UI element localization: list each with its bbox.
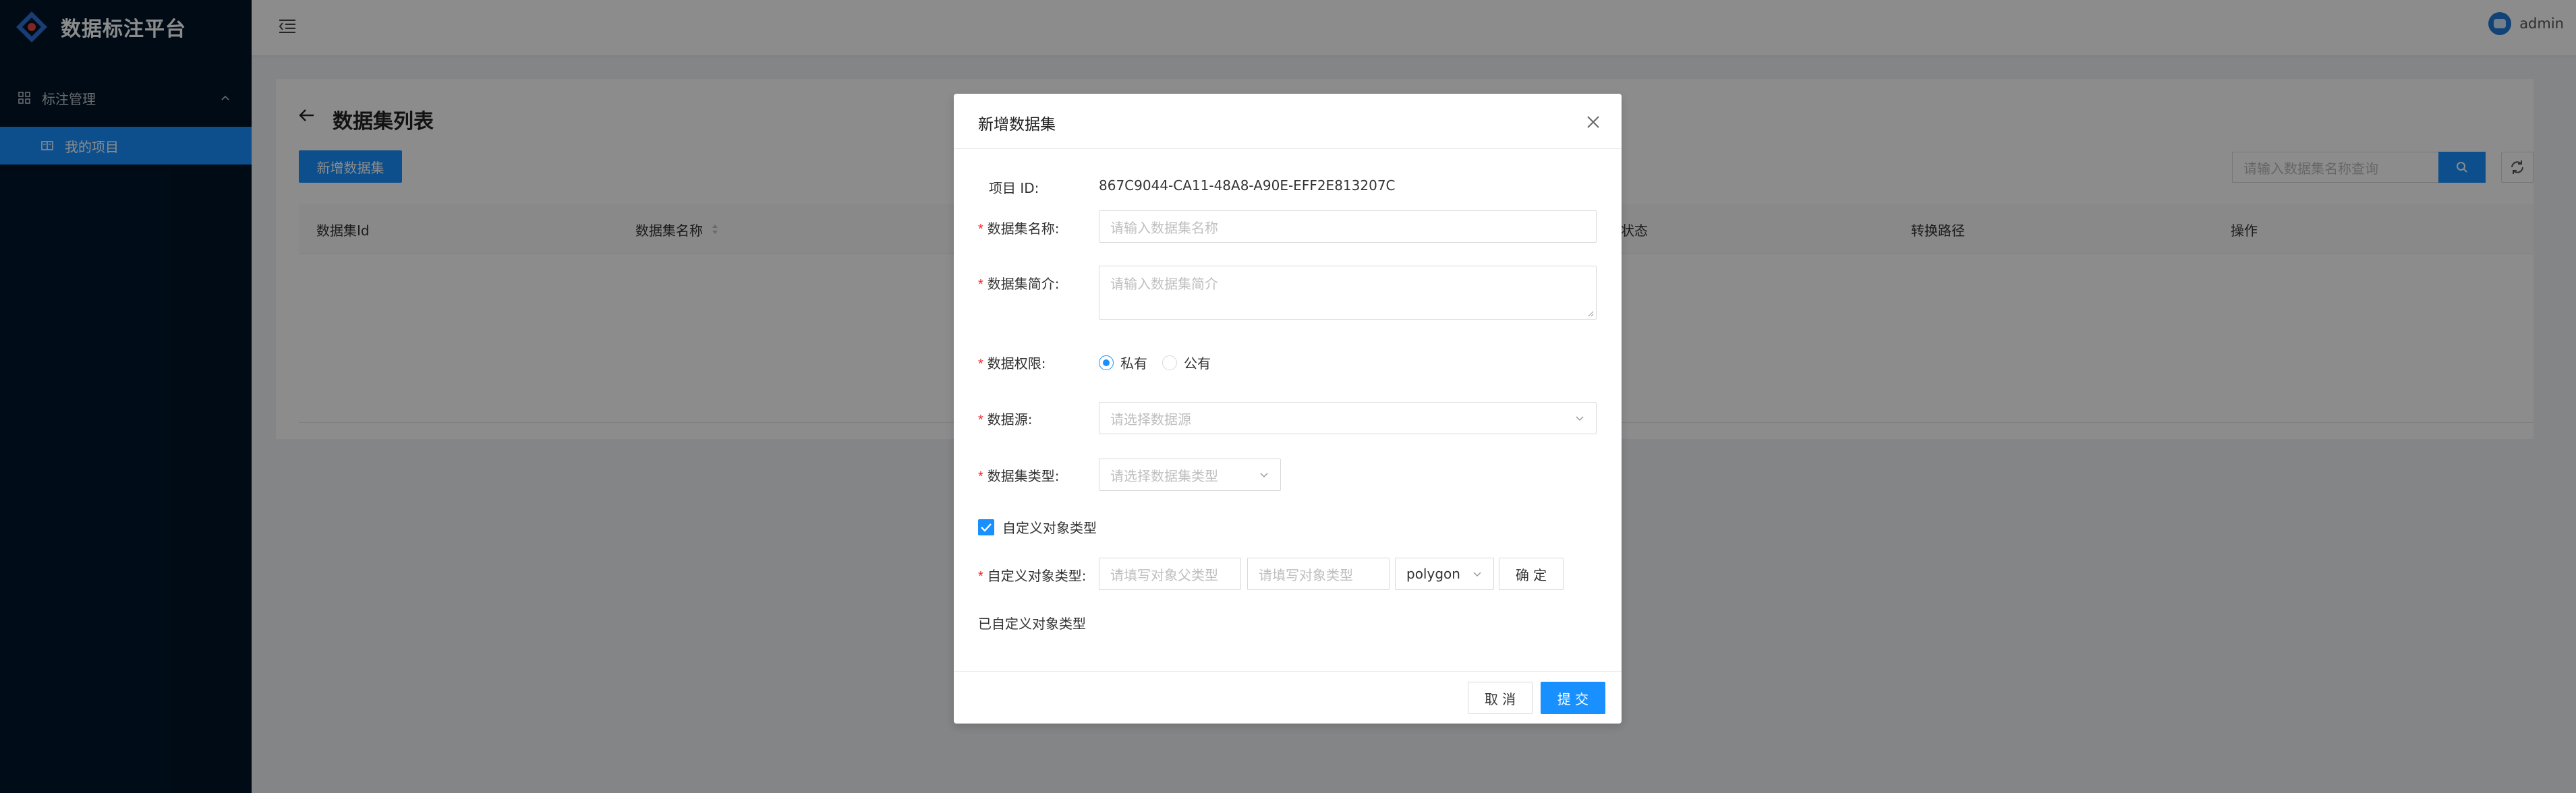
modal-title: 新增数据集: [978, 116, 1056, 134]
project-id-label: 项目 ID:: [989, 180, 1039, 196]
dataset-name-label: * 数据集名称:: [978, 221, 1060, 237]
project-id-value: 867C9044-CA11-48A8-A90E-EFF2E813207C: [1099, 177, 1396, 194]
chevron-down-icon: [1260, 473, 1268, 478]
object-type-input[interactable]: 请填写对象类型: [1247, 558, 1390, 590]
data-source-label: * 数据源:: [978, 411, 1033, 428]
close-icon[interactable]: [1585, 114, 1601, 130]
permission-radio-group: 私有 公有: [1099, 353, 1226, 372]
custom-object-type-label: * 自定义对象类型:: [978, 568, 1087, 584]
radio-public[interactable]: [1162, 355, 1177, 370]
submit-button[interactable]: 提 交: [1541, 682, 1605, 714]
modal-footer: 取 消 提 交: [954, 671, 1622, 724]
parent-type-input[interactable]: 请填写对象父类型: [1099, 558, 1241, 590]
radio-public-label[interactable]: 公有: [1184, 353, 1211, 372]
dataset-type-label: * 数据集类型:: [978, 468, 1060, 484]
permission-label: * 数据权限:: [978, 355, 1046, 372]
dataset-type-select[interactable]: 请选择数据集类型: [1099, 459, 1281, 491]
dataset-name-input[interactable]: 请输入数据集名称: [1099, 210, 1597, 243]
data-source-select[interactable]: 请选择数据源: [1099, 402, 1597, 434]
shape-select[interactable]: polygon: [1395, 558, 1494, 590]
dataset-desc-label: * 数据集简介:: [978, 276, 1060, 292]
chevron-down-icon: [1473, 572, 1481, 577]
new-dataset-modal: 新增数据集 项目 ID: 867C9044-CA11-48A8-A90E-EFF…: [954, 94, 1622, 724]
radio-private-label[interactable]: 私有: [1120, 353, 1147, 372]
confirm-custom-type-button[interactable]: 确 定: [1499, 558, 1564, 590]
chevron-down-icon: [1576, 416, 1584, 421]
custom-type-checkbox-label[interactable]: 自定义对象类型: [1002, 517, 1097, 537]
radio-private[interactable]: [1099, 355, 1114, 370]
modal-header: 新增数据集: [954, 94, 1622, 149]
cancel-button[interactable]: 取 消: [1468, 682, 1533, 714]
defined-types-label: 已自定义对象类型: [978, 616, 1086, 632]
resize-handle-icon[interactable]: [1587, 310, 1594, 317]
check-icon: [981, 523, 992, 532]
custom-type-checkbox[interactable]: [978, 519, 994, 535]
dataset-desc-textarea[interactable]: 请输入数据集简介: [1099, 266, 1597, 320]
custom-type-checkbox-row[interactable]: 自定义对象类型: [978, 517, 1097, 537]
